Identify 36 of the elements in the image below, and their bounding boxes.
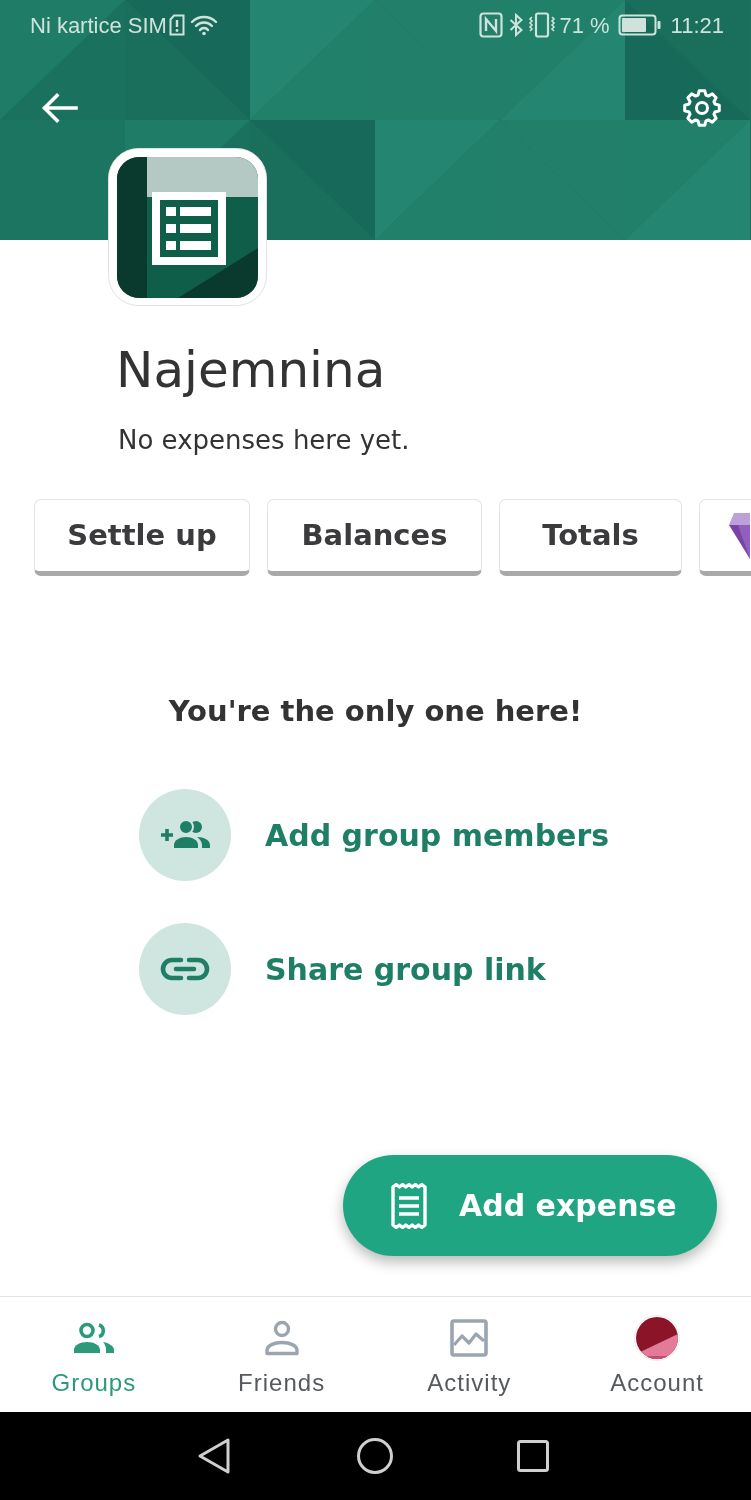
battery-percent: 71 % [559,11,610,40]
premium-button[interactable] [699,499,751,576]
nav-tab[interactable]: Activity [375,1297,564,1412]
group-name: Najemnina [116,340,386,400]
receipt-icon [389,1182,429,1229]
battery-icon [617,14,662,36]
clock-time: 11:21 [670,11,724,40]
empty-state-action-link[interactable]: Add group members [265,812,610,858]
chart-icon [450,1319,489,1357]
group-subtitle: No expenses here yet. [118,424,410,456]
nav-tab[interactable]: Friends [187,1297,376,1412]
people-icon [71,1322,116,1354]
action-button[interactable]: Totals [499,499,682,576]
vibrate-icon [528,12,557,38]
empty-state-action-link[interactable]: Share group link [265,946,546,992]
action-button[interactable]: Balances [267,499,482,576]
nfc-icon [479,12,504,38]
nav-tab[interactable]: Groups [0,1297,188,1412]
home-nav-button[interactable] [356,1438,393,1474]
carrier-name: Ni kartice SIM [30,11,167,40]
sim-alert-icon [168,14,185,36]
add-people-icon [139,789,231,881]
empty-state-title: You're the only one here! [168,693,583,729]
avatar-icon [634,1315,681,1361]
link-icon [139,923,231,1015]
action-button[interactable]: Settle up [34,499,250,576]
group-image-icon [108,148,267,306]
gem-icon [729,512,750,559]
back-button[interactable] [39,91,79,125]
recents-nav-button[interactable] [516,1440,549,1472]
back-nav-button[interactable] [196,1437,231,1475]
settings-button[interactable] [683,89,721,127]
wifi-icon [189,14,218,36]
nav-tab[interactable]: Account [563,1297,751,1412]
bluetooth-icon [509,13,524,37]
person-icon [263,1320,300,1356]
